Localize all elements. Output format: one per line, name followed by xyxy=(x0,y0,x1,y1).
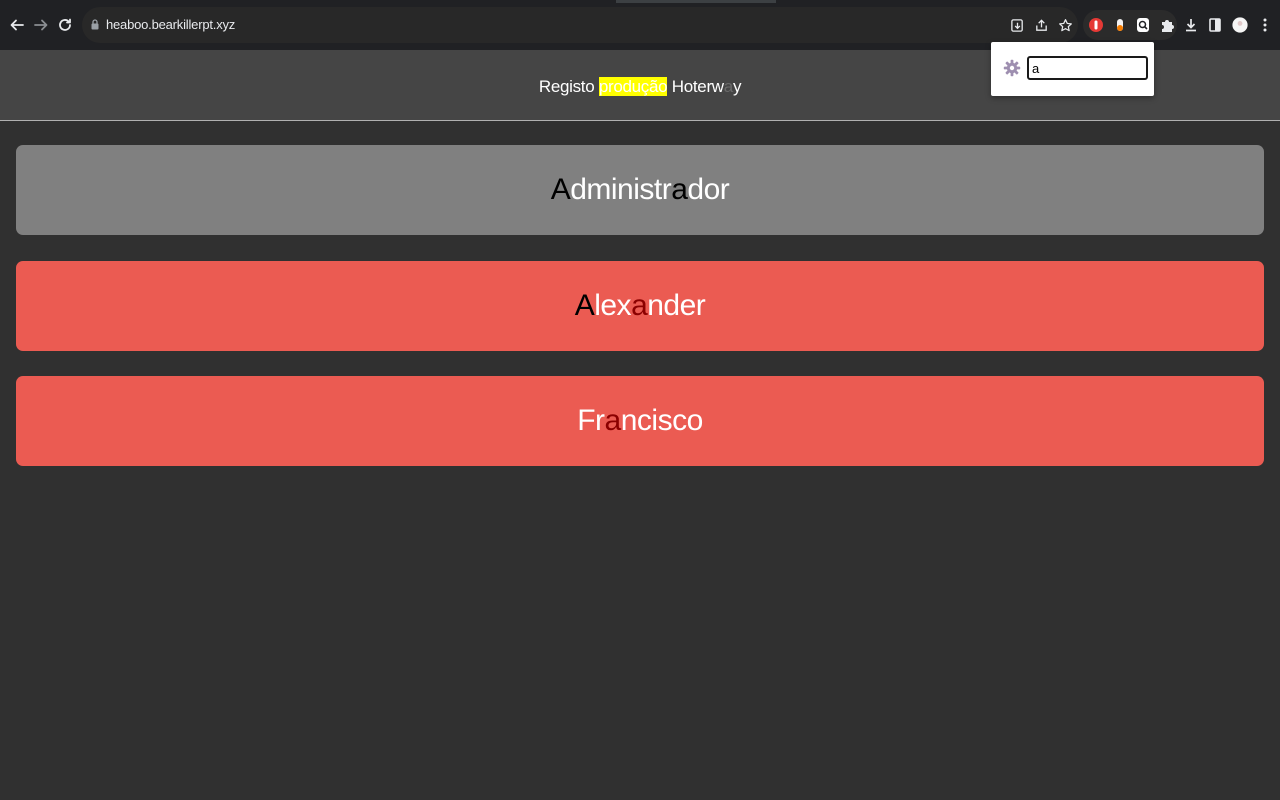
user-card-administrador[interactable]: Administr a dor xyxy=(16,145,1264,235)
forward-button[interactable] xyxy=(30,14,52,36)
user-card-alexander[interactable]: Alex a nder xyxy=(16,261,1264,351)
arrow-left-icon xyxy=(10,19,24,31)
lock-icon[interactable] xyxy=(91,19,99,30)
back-button[interactable] xyxy=(6,14,28,36)
card-text-segment: A xyxy=(550,173,571,206)
side-panel-icon[interactable] xyxy=(1206,16,1224,34)
gear-icon[interactable] xyxy=(1003,59,1021,77)
card-text-segment: dor xyxy=(687,173,730,206)
title-text-dim: a xyxy=(723,77,733,96)
card-text-segment: a xyxy=(631,289,648,322)
title-highlight: produção xyxy=(598,77,668,96)
find-input[interactable] xyxy=(1027,56,1148,80)
download-icon[interactable] xyxy=(1182,16,1200,34)
title-text-3: y xyxy=(732,77,742,96)
card-text-segment: ncisco xyxy=(620,404,704,437)
search-extension-icon[interactable] xyxy=(1134,16,1152,34)
menu-dots-icon[interactable] xyxy=(1256,16,1274,34)
address-bar[interactable]: heaboo.bearkillerpt.xyz xyxy=(82,7,1078,43)
arrow-right-icon xyxy=(34,19,48,31)
card-text-segment: nder xyxy=(647,289,706,322)
find-extension-popup xyxy=(991,42,1154,96)
card-text-segment: Fr xyxy=(577,404,605,437)
card-text-segment: dministr xyxy=(570,173,672,206)
user-card-francisco[interactable]: Fr a ncisco xyxy=(16,376,1264,466)
card-text-segment: A xyxy=(574,289,595,322)
capsule-extension-icon[interactable] xyxy=(1111,16,1129,34)
reload-button[interactable] xyxy=(54,14,76,36)
bookmark-star-icon[interactable] xyxy=(1057,17,1073,33)
title-text-1: Registo xyxy=(538,77,599,96)
share-icon[interactable] xyxy=(1033,17,1049,33)
card-text-segment: a xyxy=(604,404,622,437)
page-content: Registo produção Hoterway Administr a dor … xyxy=(0,50,1280,800)
install-app-icon[interactable] xyxy=(1009,17,1025,33)
profile-avatar-icon[interactable] xyxy=(1230,15,1250,35)
url-text[interactable]: heaboo.bearkillerpt.xyz xyxy=(106,17,235,32)
puzzle-extensions-icon[interactable] xyxy=(1158,16,1176,34)
title-text-2: Hoterw xyxy=(667,77,724,96)
active-tab-edge xyxy=(616,0,776,3)
reload-icon xyxy=(59,18,71,31)
card-text-segment: a xyxy=(671,173,688,206)
adblock-extension-icon[interactable] xyxy=(1087,16,1105,34)
card-text-segment: lex xyxy=(594,289,632,322)
